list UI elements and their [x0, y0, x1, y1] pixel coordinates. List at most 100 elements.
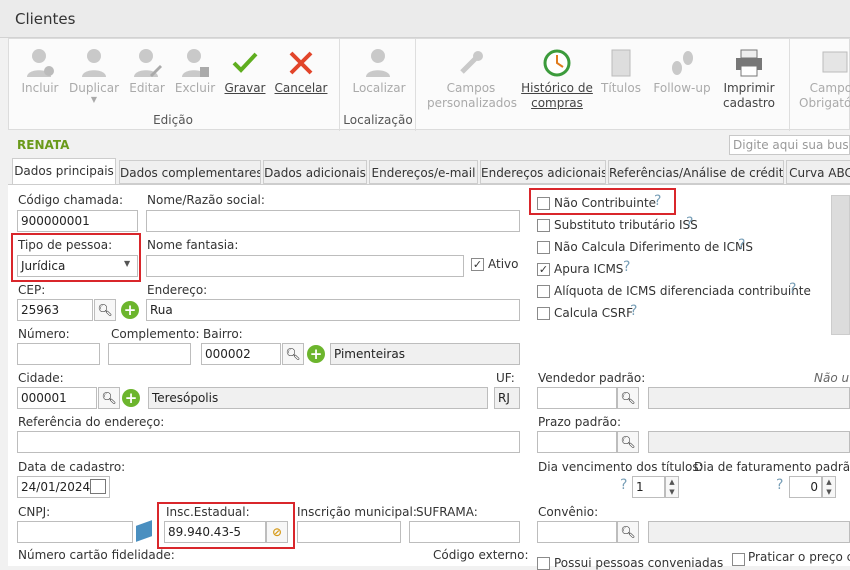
save-button[interactable]: Gravar [223, 45, 267, 96]
cidade-search-button[interactable]: 🔍︎ [98, 387, 120, 409]
add-icon[interactable]: + [122, 389, 140, 407]
prazo-search-button[interactable]: 🔍︎ [617, 431, 639, 453]
add-icon[interactable]: + [307, 345, 325, 363]
cep-label: CEP: [18, 283, 46, 297]
vencimento-label: Dia vencimento dos títulos: [538, 460, 703, 474]
tab-enderecos-adicionais[interactable]: Endereços adicionais [480, 160, 606, 184]
print-button[interactable]: Imprimir cadastro [717, 45, 781, 111]
user-delete-icon [173, 45, 217, 81]
endereco-input[interactable]: Rua [146, 299, 520, 321]
history-icon [521, 45, 593, 81]
include-button[interactable]: Incluir [15, 45, 65, 96]
apura-icms-label: Apura ICMS [554, 262, 624, 276]
substituto-iss-checkbox[interactable] [537, 219, 550, 232]
cidade-name-field: Teresópolis [148, 387, 488, 409]
search-input[interactable]: Digite aqui sua busca... [729, 135, 850, 155]
aliquota-label: Alíquota de ICMS diferenciada contribuin… [554, 284, 811, 298]
help-icon[interactable]: ? [738, 237, 745, 253]
convenio-search-button[interactable]: 🔍︎ [617, 521, 639, 543]
substituto-iss-label: Substituto tributário ISS [554, 218, 698, 232]
tab-curva-abc[interactable]: Curva ABC [786, 160, 850, 184]
cnpj-input[interactable] [17, 521, 133, 543]
convenio-input[interactable] [537, 521, 617, 543]
cep-input[interactable]: 25963 [17, 299, 93, 321]
bairro-search-button[interactable]: 🔍︎ [282, 343, 304, 365]
help-icon[interactable]: ? [623, 259, 630, 275]
find-button[interactable]: Localizar [351, 45, 407, 96]
cep-search-button[interactable]: 🔍︎ [94, 299, 116, 321]
numero-label: Número: [18, 327, 70, 341]
help-icon[interactable]: ? [776, 477, 783, 493]
municipal-input[interactable] [297, 521, 401, 543]
form-icon [799, 45, 850, 81]
csrf-label: Calcula CSRF [554, 306, 634, 320]
referencia-input[interactable] [17, 431, 520, 453]
help-icon[interactable]: ? [686, 215, 693, 231]
cancel-button[interactable]: Cancelar [273, 45, 329, 96]
vencimento-stepper[interactable]: ▲ ▼ [665, 476, 679, 498]
chevron-down-icon: ▼ [90, 95, 98, 104]
help-icon[interactable]: ? [789, 281, 796, 297]
calendar-icon[interactable] [90, 479, 106, 494]
suframa-input[interactable] [409, 521, 520, 543]
vencimento-input[interactable]: 1 [632, 476, 665, 498]
titles-button[interactable]: Títulos [599, 45, 643, 96]
tab-dados-complementares[interactable]: Dados complementares [119, 160, 261, 184]
nome-input[interactable] [146, 210, 520, 232]
convenio-label: Convênio: [538, 505, 599, 519]
cross-icon [273, 45, 329, 81]
purchase-history-button[interactable]: Histórico de compras [521, 45, 593, 111]
edit-button[interactable]: Editar [125, 45, 169, 96]
group-label-edicao: Edição [153, 113, 193, 127]
bairro-code-input[interactable]: 000002 [201, 343, 281, 365]
tab-enderecos-email[interactable]: Endereços/e-mail [369, 160, 478, 184]
group-label-localizacao: Localização [343, 113, 413, 127]
fantasia-input[interactable] [146, 255, 464, 277]
footsteps-icon [651, 45, 713, 81]
referencia-label: Referência do endereço: [18, 415, 165, 429]
municipal-label: Inscrição municipal: [297, 505, 417, 519]
tab-dados-principais[interactable]: Dados principais [12, 158, 116, 185]
faturamento-stepper[interactable]: ▲ ▼ [822, 476, 836, 498]
ativo-checkbox[interactable]: ✓ [471, 258, 484, 271]
help-icon[interactable]: ? [620, 477, 627, 493]
checkmark-icon [223, 45, 267, 81]
prazo-label: Prazo padrão: [538, 415, 622, 429]
externo-label: Código externo: [433, 548, 529, 562]
custom-fields-button[interactable]: Campos personalizados [427, 45, 517, 111]
vendedor-search-button[interactable]: 🔍︎ [617, 387, 639, 409]
tab-referencias[interactable]: Referências/Análise de crédito [608, 160, 784, 184]
csrf-checkbox[interactable] [537, 307, 550, 320]
diferimento-checkbox[interactable] [537, 241, 550, 254]
cidade-label: Cidade: [18, 371, 64, 385]
cidade-code-input[interactable]: 000001 [17, 387, 97, 409]
nome-label: Nome/Razão social: [147, 193, 265, 207]
help-icon[interactable]: ? [630, 303, 637, 319]
tab-dados-adicionais[interactable]: Dados adicionais [263, 160, 367, 184]
delete-button[interactable]: Excluir [173, 45, 217, 96]
complemento-input[interactable] [108, 343, 191, 365]
follow-up-button[interactable]: Follow-up [651, 45, 713, 96]
required-fields-button[interactable]: Campos Obrigatórios [799, 45, 850, 111]
printer-icon [717, 45, 781, 81]
duplicate-button[interactable]: Duplicar ▼ [67, 45, 121, 104]
apura-icms-checkbox[interactable]: ✓ [537, 263, 550, 276]
toolbar-separator [339, 39, 340, 131]
numero-input[interactable] [17, 343, 100, 365]
search-icon: 🔍︎ [620, 435, 636, 449]
endereco-label: Endereço: [147, 283, 208, 297]
vendedor-name-field [648, 387, 850, 409]
fidelidade-label: Número cartão fidelidade: [18, 548, 175, 562]
codigo-input[interactable]: 900000001 [17, 210, 138, 232]
title-bar: Clientes [0, 0, 850, 38]
bairro-name-field: Pimenteiras [330, 343, 520, 365]
faturamento-input[interactable]: 0 [789, 476, 822, 498]
highlight-tipo [11, 233, 141, 282]
possui-checkbox[interactable] [537, 557, 550, 570]
vendedor-input[interactable] [537, 387, 617, 409]
add-icon[interactable]: + [121, 301, 139, 319]
user-search-icon [351, 45, 407, 81]
prazo-input[interactable] [537, 431, 617, 453]
praticar-checkbox[interactable] [732, 553, 745, 566]
aliquota-checkbox[interactable] [537, 285, 550, 298]
